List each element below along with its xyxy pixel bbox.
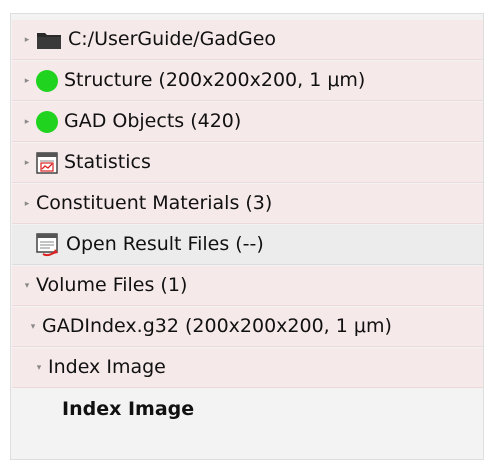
open-result-files-icon <box>36 232 60 257</box>
tree-item-constituent-materials[interactable]: ▸ Constituent Materials (3) <box>12 184 483 224</box>
status-ok-icon <box>36 69 58 92</box>
tree-item-label: GAD Objects (420) <box>64 110 242 132</box>
tree-item-gad-objects[interactable]: ▸ GAD Objects (420) <box>12 102 483 142</box>
collapse-arrow-icon[interactable]: ▾ <box>22 281 32 291</box>
collapse-arrow-icon[interactable]: ▾ <box>28 322 38 332</box>
tree-item-index-image-group[interactable]: ▾ Index Image <box>12 348 483 388</box>
tree-item-label: C:/UserGuide/GadGeo <box>68 28 277 50</box>
tree-item-open-result-files[interactable]: Open Result Files (--) <box>12 225 483 265</box>
expand-arrow-icon[interactable]: ▸ <box>22 158 32 168</box>
status-ok-icon <box>36 110 58 133</box>
tree-item-index-image[interactable]: Index Image <box>12 389 483 429</box>
expand-arrow-icon[interactable]: ▸ <box>22 117 32 127</box>
tree-item-label: Index Image <box>48 356 166 378</box>
expand-arrow-icon[interactable]: ▸ <box>22 35 32 45</box>
expand-arrow-icon[interactable]: ▸ <box>22 76 32 86</box>
tree-item-volume-files[interactable]: ▾ Volume Files (1) <box>12 266 483 306</box>
collapse-arrow-icon[interactable]: ▾ <box>34 363 44 373</box>
tree-item-label: Index Image <box>62 397 195 420</box>
tree-item-label: Volume Files (1) <box>36 274 188 296</box>
tree-item-root-folder[interactable]: ▸ C:/UserGuide/GadGeo <box>12 20 483 60</box>
tree-item-label: Open Result Files (--) <box>66 233 264 255</box>
tree-item-label: GADIndex.g32 (200x200x200, 1 μm) <box>42 315 392 337</box>
tree-item-statistics[interactable]: ▸ Statistics <box>12 143 483 183</box>
tree-item-structure[interactable]: ▸ Structure (200x200x200, 1 μm) <box>12 61 483 101</box>
tree-item-label: Constituent Materials (3) <box>36 192 273 214</box>
tree-panel: ▸ C:/UserGuide/GadGeo ▸ Structure (200x2… <box>10 13 484 460</box>
statistics-icon <box>36 151 58 174</box>
tree-item-gadindex-file[interactable]: ▾ GADIndex.g32 (200x200x200, 1 μm) <box>12 307 483 347</box>
tree-item-label: Statistics <box>64 151 151 173</box>
expand-arrow-icon[interactable]: ▸ <box>22 199 32 209</box>
tree-item-label: Structure (200x200x200, 1 μm) <box>64 69 366 91</box>
folder-icon <box>36 30 62 50</box>
